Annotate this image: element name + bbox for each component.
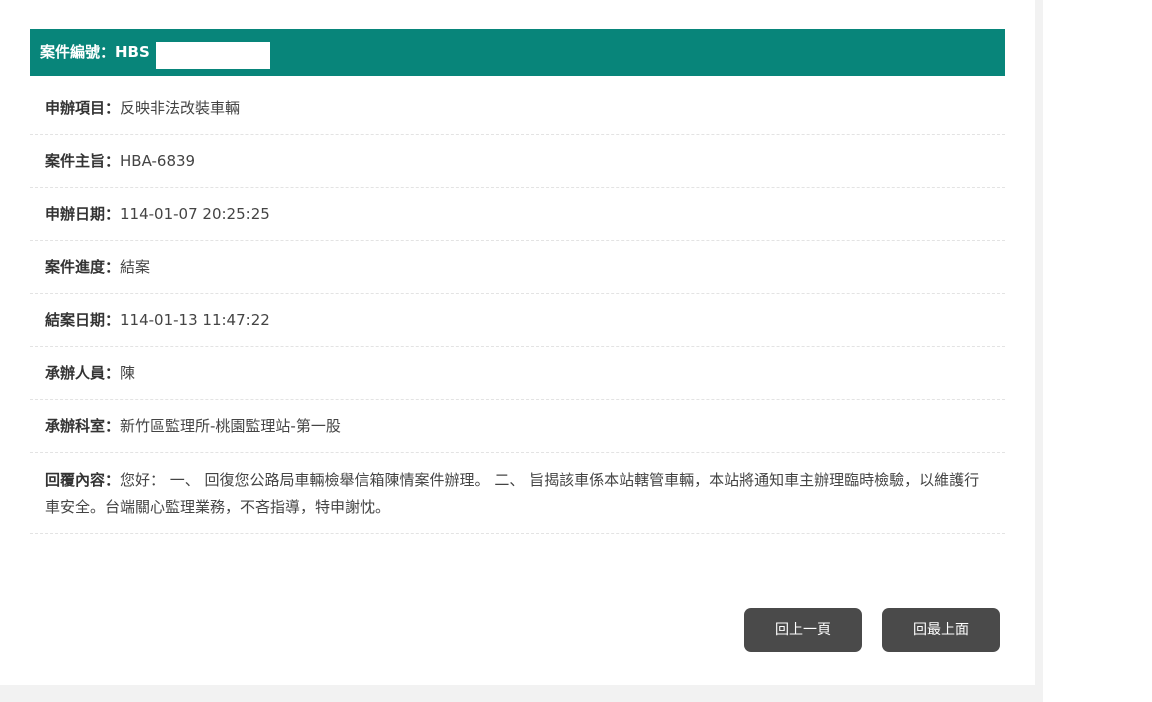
row-value: HBA-6839: [120, 152, 196, 170]
row-label: 案件主旨：: [45, 152, 121, 170]
row-value: 新竹區監理所-桃園監理站-第一股: [120, 417, 341, 435]
row-handling-department: 承辦科室：新竹區監理所-桃園監理站-第一股: [30, 400, 1005, 453]
page-bottom-margin: [0, 685, 1043, 702]
row-label: 申辦日期：: [45, 205, 121, 223]
row-value: 您好： 一、 回復您公路局車輛檢舉信箱陳情案件辦理。 二、 旨揭該車係本站轄管車…: [45, 471, 980, 516]
row-value: 114-01-07 20:25:25: [120, 205, 270, 223]
row-value: 反映非法改裝車輛: [120, 99, 241, 117]
row-closing-date: 結案日期：114-01-13 11:47:22: [30, 294, 1005, 347]
row-label: 結案日期：: [45, 311, 121, 329]
row-application-date: 申辦日期：114-01-07 20:25:25: [30, 188, 1005, 241]
row-application-item: 申辦項目：反映非法改裝車輛: [30, 82, 1005, 135]
row-value: 結案: [120, 258, 151, 276]
panel-footer: [0, 677, 1035, 685]
row-value: 陳: [120, 364, 136, 382]
case-number-label: 案件編號：HBS: [40, 43, 150, 61]
case-detail-list: 申辦項目：反映非法改裝車輛 案件主旨：HBA-6839 申辦日期：114-01-…: [30, 82, 1005, 534]
row-label: 承辦科室：: [45, 417, 121, 435]
row-label: 回覆內容：: [45, 471, 121, 489]
row-case-subject: 案件主旨：HBA-6839: [30, 135, 1005, 188]
row-reply-content: 回覆內容：您好： 一、 回復您公路局車輛檢舉信箱陳情案件辦理。 二、 旨揭該車係…: [30, 453, 1005, 534]
back-button[interactable]: 回上一頁: [744, 608, 862, 652]
row-label: 承辦人員：: [45, 364, 121, 382]
row-label: 申辦項目：: [45, 99, 121, 117]
row-case-progress: 案件進度：結案: [30, 241, 1005, 294]
row-value: 114-01-13 11:47:22: [120, 311, 270, 329]
page-side-margin: [1035, 0, 1043, 702]
redacted-case-number: [156, 42, 270, 69]
row-label: 案件進度：: [45, 258, 121, 276]
row-handler: 承辦人員：陳: [30, 347, 1005, 400]
back-to-top-button[interactable]: 回最上面: [882, 608, 1000, 652]
